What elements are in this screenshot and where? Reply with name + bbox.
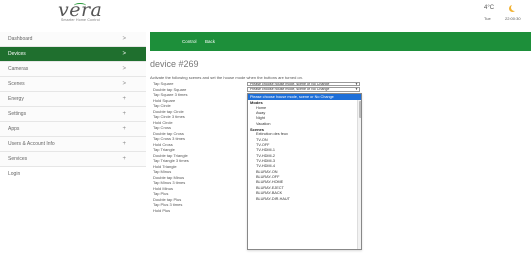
sidebar-item-services[interactable]: Services + — [0, 152, 146, 167]
sidebar-item-energy[interactable]: Energy + — [0, 92, 146, 107]
plus-icon: + — [122, 141, 126, 147]
weather-time: 22:00:30 — [505, 16, 521, 21]
sidebar-item-login[interactable]: Login — [0, 167, 146, 182]
sidebar-item-label: Users & Account Info — [8, 141, 55, 147]
scene-select-value: Please choose house mode, scene or No Ch… — [250, 87, 330, 91]
sidebar: Dashboard > Devices > Cameras > Scenes > Energy +… — [0, 32, 146, 192]
sidebar-item-label: Login — [8, 171, 21, 177]
scene-select-value: Please choose house mode, scene or No Ch… — [250, 81, 330, 86]
sidebar-item-label: Dashboard — [8, 36, 33, 42]
vera-logo[interactable]: vera Smarter Home Control — [58, 0, 118, 24]
scene-dropdown-menu[interactable]: Please choose house mode, scene or No Ch… — [247, 93, 362, 250]
chevron-right-icon: > — [122, 36, 126, 42]
scene-select[interactable]: Please choose house mode, scene or No Ch… — [247, 81, 360, 87]
plus-icon: + — [122, 126, 126, 132]
sidebar-item-label: Scenes — [8, 81, 25, 87]
sidebar-item-label: Energy — [8, 96, 24, 102]
control-button[interactable]: Control — [182, 32, 197, 51]
plus-icon: + — [122, 96, 126, 102]
sidebar-item-label: Cameras — [8, 66, 29, 72]
logo-swoosh-icon — [74, 3, 86, 8]
sidebar-item-users-account-info[interactable]: Users & Account Info + — [0, 137, 146, 152]
page-title: device #269 — [150, 59, 199, 69]
sidebar-item-cameras[interactable]: Cameras > — [0, 62, 146, 77]
dropdown-scrollbar[interactable] — [357, 100, 361, 249]
intro-text: Activate the following scenes and set th… — [150, 75, 303, 80]
logo-text: vera — [58, 0, 103, 21]
logo-tagline: Smarter Home Control — [61, 18, 101, 22]
device-toolbar: Control Back — [150, 32, 531, 51]
sidebar-item-label: Apps — [8, 126, 20, 132]
back-button[interactable]: Back — [205, 32, 215, 51]
dropdown-option[interactable]: BLURAY-DIR-HAUT — [248, 197, 361, 202]
sidebar-item-dashboard[interactable]: Dashboard > — [0, 32, 146, 47]
sidebar-item-apps[interactable]: Apps + — [0, 122, 146, 137]
chevron-right-icon: > — [122, 66, 126, 72]
setting-label: Hold Plus — [153, 207, 171, 213]
moon-icon — [511, 4, 518, 11]
temperature: 4°C — [484, 5, 495, 11]
plus-icon: + — [122, 156, 126, 162]
sidebar-item-scenes[interactable]: Scenes > — [0, 77, 146, 92]
sidebar-item-label: Devices — [8, 51, 26, 57]
sidebar-item-label: Settings — [8, 111, 27, 117]
plus-icon: + — [122, 111, 126, 117]
weather-day: Tue — [484, 16, 491, 21]
sidebar-item-label: Services — [8, 156, 28, 162]
chevron-right-icon: > — [122, 51, 126, 57]
dropdown-scroll-thumb[interactable] — [358, 101, 361, 118]
header: vera Smarter Home Control 4°C Tue 22:00:… — [0, 0, 531, 26]
chevron-right-icon: > — [122, 81, 126, 87]
scene-select[interactable]: Please choose house mode, scene or No Ch… — [247, 87, 360, 92]
sidebar-item-settings[interactable]: Settings + — [0, 107, 146, 122]
sidebar-item-devices[interactable]: Devices > — [0, 47, 146, 62]
dropdown-options: Modes Home Away Night Vacation Scenes Extincti… — [248, 100, 361, 202]
